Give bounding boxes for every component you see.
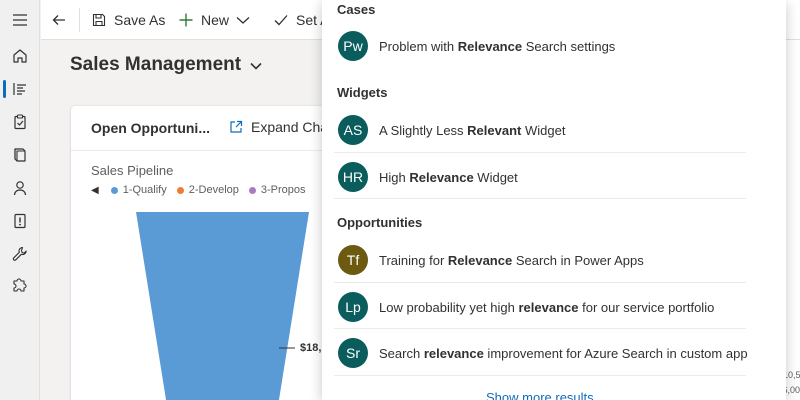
search-match: Relevance — [457, 38, 523, 54]
nav-contacts-button[interactable] — [0, 172, 40, 204]
group-title-cases: Cases — [337, 2, 376, 17]
save-as-button[interactable]: Save As — [91, 0, 165, 40]
nav-apps-button[interactable] — [0, 268, 40, 300]
show-more-results-link[interactable]: Show more results — [486, 390, 594, 400]
set-as-default-button[interactable]: Set A — [273, 0, 329, 40]
hamburger-menu-button[interactable] — [0, 4, 40, 36]
result-divider — [334, 375, 746, 376]
dashboard-icon — [13, 83, 26, 95]
funnel-segment-qualify[interactable] — [136, 212, 309, 400]
result-item[interactable]: Pw Problem with Relevance Search setting… — [334, 24, 746, 68]
result-item[interactable]: AS A Slightly Less Relevant Widget — [334, 108, 746, 152]
result-divider — [334, 198, 746, 199]
result-divider — [334, 152, 746, 153]
back-arrow-icon — [52, 15, 65, 25]
group-title-widgets: Widgets — [337, 85, 388, 100]
result-text: Low probability yet high relevance for o… — [379, 299, 715, 315]
result-text: Search relevance improvement for Azure S… — [379, 345, 748, 361]
new-button[interactable]: New — [178, 0, 229, 40]
result-text: High Relevance Widget — [379, 169, 518, 185]
avatar: Lp — [338, 292, 368, 322]
save-as-label: Save As — [114, 12, 166, 28]
background-panel — [786, 40, 800, 400]
chevron-down-icon — [236, 17, 250, 24]
avatar: Sr — [338, 338, 368, 368]
search-match: Relevant — [467, 122, 522, 138]
checkmark-icon — [274, 15, 288, 26]
command-separator — [79, 8, 80, 32]
result-text: Problem with Relevance Search settings — [379, 38, 616, 54]
nav-service-button[interactable] — [0, 238, 40, 270]
nav-home-button[interactable] — [0, 40, 40, 72]
nav-alerts-button[interactable] — [0, 205, 40, 237]
group-title-opportunities: Opportunities — [337, 215, 423, 230]
search-results-dropdown: Cases Pw Problem with Relevance Search s… — [322, 0, 786, 400]
result-item[interactable]: Lp Low probability yet high relevance fo… — [334, 285, 746, 329]
result-item[interactable]: Sr Search relevance improvement for Azur… — [334, 331, 748, 375]
dashboard-selector[interactable]: Sales Management — [70, 54, 263, 76]
avatar: Tf — [338, 245, 368, 275]
save-as-icon — [92, 13, 106, 27]
result-item[interactable]: HR High Relevance Widget — [334, 155, 746, 199]
home-icon — [13, 49, 27, 63]
search-match: relevance — [423, 345, 484, 361]
search-match: relevance — [518, 299, 579, 315]
nav-activities-button[interactable] — [0, 106, 40, 138]
avatar: AS — [338, 115, 368, 145]
book-icon — [14, 148, 26, 162]
result-text: Training for Relevance Search in Power A… — [379, 252, 644, 268]
result-text: A Slightly Less Relevant Widget — [379, 122, 566, 138]
plus-icon — [179, 13, 193, 27]
result-divider — [334, 328, 746, 329]
new-dropdown-button[interactable] — [235, 0, 258, 40]
avatar: Pw — [338, 31, 368, 61]
person-icon — [13, 181, 27, 196]
new-label: New — [201, 12, 230, 28]
back-button[interactable] — [51, 0, 74, 40]
result-divider — [334, 282, 746, 283]
page-title: Sales Management — [70, 54, 242, 75]
funnel-chart — [136, 212, 309, 400]
nav-knowledge-button[interactable] — [0, 139, 40, 171]
hamburger-icon — [13, 14, 27, 26]
chevron-down-icon — [250, 62, 262, 70]
clipboard-icon — [14, 114, 26, 130]
puzzle-icon — [13, 278, 27, 292]
search-match: Relevance — [447, 252, 513, 268]
wrench-icon — [12, 246, 27, 261]
search-match: Relevance — [409, 169, 474, 185]
avatar: HR — [338, 162, 368, 192]
result-item[interactable]: Tf Training for Relevance Search in Powe… — [334, 238, 746, 282]
nav-dashboards-button[interactable] — [0, 73, 40, 105]
alert-icon — [14, 213, 26, 229]
funnel-data-label: $18, — [300, 342, 322, 354]
sales-pipeline-card: Open Opportuni... Expand Char Sales Pipe… — [71, 106, 331, 400]
left-nav-rail — [0, 0, 40, 400]
